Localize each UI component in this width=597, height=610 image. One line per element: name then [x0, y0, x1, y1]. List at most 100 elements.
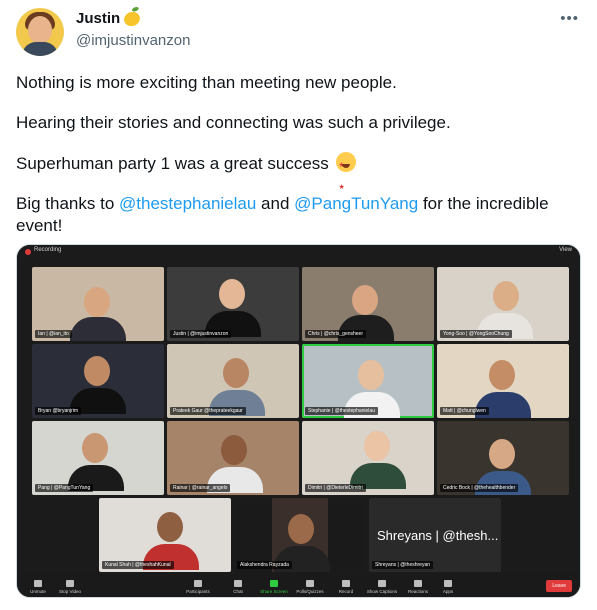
mention-link-pang[interactable]: @PangTunYang	[294, 194, 418, 213]
lemon-emoji-icon	[122, 9, 143, 28]
participant-head	[84, 356, 110, 386]
participant-name: Bryan @bryanjrim	[35, 407, 82, 415]
video-tile[interactable]: Cedric Bock | @thehealthbender	[437, 421, 569, 495]
video-tile[interactable]: Dimitri | @DieterleDimitri	[302, 421, 434, 495]
video-tile[interactable]: Pang | @PangTunYang	[32, 421, 164, 495]
participant-name: Kunal Shah | @theshahKunal	[102, 561, 174, 569]
tweet-text: Nothing is more exciting than meeting ne…	[16, 72, 576, 255]
participant-head	[82, 433, 108, 463]
participant-body	[70, 317, 126, 341]
author-handle[interactable]: @imjustinvanzon	[76, 32, 190, 49]
participant-name: Rainar | @rainar_angelo	[170, 484, 231, 492]
polls-label: Polls/Quizzes	[296, 589, 324, 594]
recording-label: Recording	[34, 247, 62, 253]
participant-name: Matt | @chunglwen	[440, 407, 489, 415]
tweet-line-4: Big thanks to @thestephanielau and @Pang…	[16, 193, 576, 237]
apps-label: Apps	[442, 589, 454, 594]
polls-icon	[306, 580, 314, 587]
participant-head	[219, 279, 245, 309]
participant-name: Chris | @chris_gensheer	[305, 330, 367, 338]
participant-name: Prateek Gaur @theprateekgaur	[170, 407, 246, 415]
avatar-body	[22, 42, 58, 56]
zoom-top-bar: Recording View	[17, 245, 580, 259]
chat-button[interactable]: Chat	[221, 580, 255, 594]
unmute-button[interactable]: Unmute	[21, 580, 55, 594]
video-tile[interactable]: Chris | @chris_gensheer	[302, 267, 434, 341]
avatar-face	[28, 16, 52, 44]
reactions-label: Reactions	[407, 589, 428, 594]
video-tile[interactable]: Rainar | @rainar_angelo	[167, 421, 299, 495]
video-tile[interactable]: Alakshendra Rayzada	[234, 498, 366, 572]
author-name-row: Justin	[76, 9, 143, 28]
participants-label: Participants	[186, 589, 210, 594]
participant-name: Pang | @PangTunYang	[35, 484, 94, 492]
tweet-line-4-pre: Big thanks to	[16, 194, 120, 213]
video-tile[interactable]: Matt | @chunglwen	[437, 344, 569, 418]
video-tile-active-speaker[interactable]: Stephanie | @thestephanielau	[302, 344, 434, 418]
participant-name: Dimitri | @DieterleDimitri	[305, 484, 366, 492]
video-tile-camera-off[interactable]: Shreyans | @thesh... Shreyans | @theshre…	[369, 498, 501, 572]
chat-label: Chat	[233, 589, 243, 594]
participant-name: Alakshendra Rayzada	[237, 561, 292, 569]
video-tile[interactable]: Justin | @imjustinvanzon	[167, 267, 299, 341]
participants-button[interactable]: Participants	[181, 580, 215, 594]
tweet-card: Justin @imjustinvanzon ••• Nothing is mo…	[0, 0, 597, 610]
share-screen-label: Share Screen	[260, 589, 288, 594]
participant-head	[221, 435, 247, 465]
participants-icon	[194, 580, 202, 587]
author-display-name[interactable]: Justin	[76, 10, 120, 27]
participant-name: Ian | @ian_ito	[35, 330, 72, 338]
mention-link-stephanie[interactable]: @thestephanielau	[119, 194, 256, 213]
record-icon	[342, 580, 350, 587]
video-tile[interactable]: Prateek Gaur @theprateekgaur	[167, 344, 299, 418]
chat-icon	[234, 580, 242, 587]
captions-label: Show Captions	[366, 589, 398, 594]
stop-video-label: Stop Video	[59, 589, 81, 594]
captions-icon	[378, 580, 386, 587]
polls-button[interactable]: Polls/Quizzes	[293, 580, 327, 594]
zoom-toolbar: Unmute Stop Video Participants Chat Shar…	[17, 573, 580, 597]
video-tile[interactable]: Kunal Shah | @theshahKunal	[99, 498, 231, 572]
participant-name: Cedric Bock | @thehealthbender	[440, 484, 519, 492]
participant-head	[157, 512, 183, 542]
participant-head	[493, 281, 519, 311]
recording-dot-icon	[25, 249, 31, 255]
more-options-icon[interactable]: •••	[560, 10, 579, 27]
participant-big-name: Shreyans | @thesh...	[377, 528, 499, 543]
apps-icon	[444, 580, 452, 587]
participant-name: Yong-Soo | @YongSooChung	[440, 330, 512, 338]
view-button[interactable]: View	[559, 247, 572, 253]
record-label: Record	[338, 589, 354, 594]
video-tile[interactable]: Ian | @ian_ito	[32, 267, 164, 341]
participant-head	[288, 514, 314, 544]
tweet-media-image[interactable]: Recording View Ian | @ian_ito Justin | @…	[16, 244, 581, 598]
unmute-label: Unmute	[30, 589, 46, 594]
participant-head	[489, 360, 515, 390]
avatar[interactable]	[16, 8, 64, 56]
participant-head	[352, 285, 378, 315]
share-screen-icon	[270, 580, 278, 587]
video-tile[interactable]: Yong-Soo | @YongSooChung	[437, 267, 569, 341]
video-tile[interactable]: Bryan @bryanjrim	[32, 344, 164, 418]
tweet-line-2: Hearing their stories and connecting was…	[16, 113, 451, 132]
participant-head	[84, 287, 110, 317]
participant-head	[489, 439, 515, 469]
captions-button[interactable]: Show Captions	[365, 580, 399, 594]
participant-name: Stephanie | @thestephanielau	[305, 407, 378, 415]
tweet-line-3: Superhuman party 1 was a great success	[16, 152, 576, 199]
tweet-line-3-text: Superhuman party 1 was a great success	[16, 154, 329, 173]
participant-name: Shreyans | @theshreyan	[372, 561, 434, 569]
reactions-icon	[414, 580, 422, 587]
leave-button[interactable]: Leave	[546, 580, 572, 592]
share-screen-button[interactable]: Share Screen	[257, 580, 291, 594]
video-camera-icon	[66, 580, 74, 587]
record-button[interactable]: Record	[329, 580, 363, 594]
star-struck-emoji-icon	[335, 152, 356, 199]
participant-head	[358, 360, 384, 390]
participant-name: Justin | @imjustinvanzon	[170, 330, 232, 338]
reactions-button[interactable]: Reactions	[401, 580, 435, 594]
apps-button[interactable]: Apps	[431, 580, 465, 594]
tweet-line-1: Nothing is more exciting than meeting ne…	[16, 73, 397, 92]
stop-video-button[interactable]: Stop Video	[53, 580, 87, 594]
participant-head	[364, 431, 390, 461]
